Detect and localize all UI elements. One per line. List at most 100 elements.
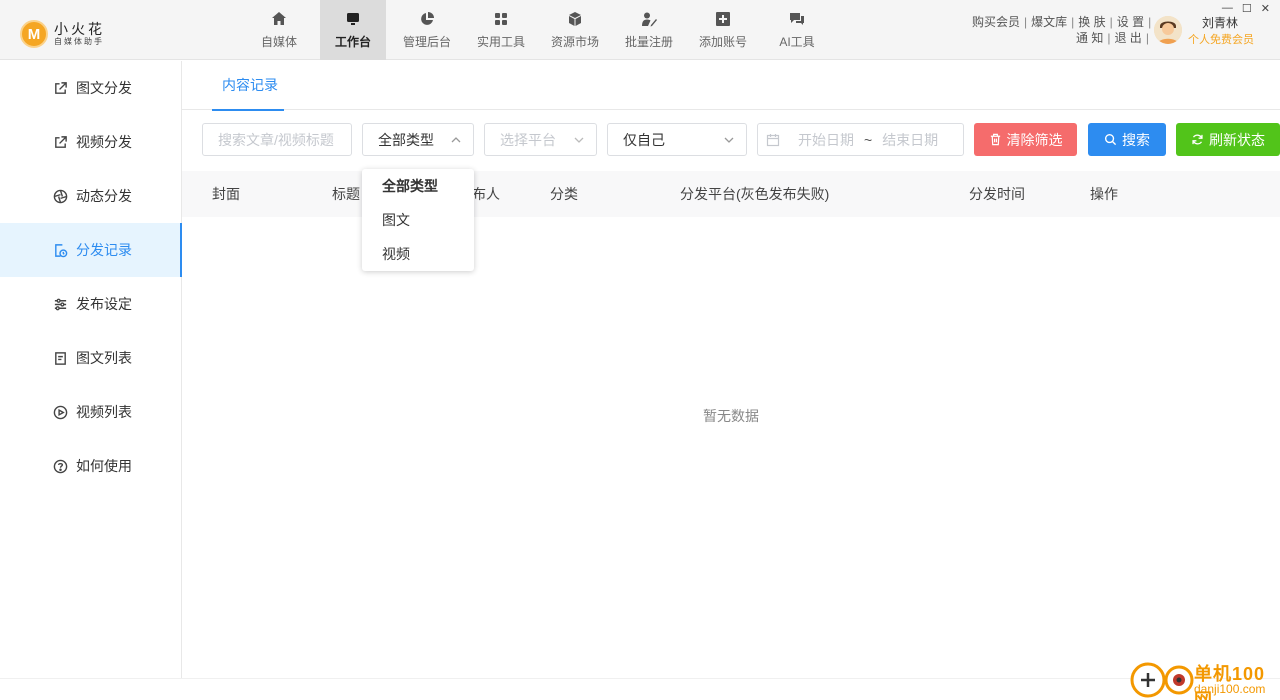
app-name: 小火花 (54, 20, 105, 37)
app-logo[interactable]: M 小火花 自媒体助手 (20, 20, 105, 48)
platform-select-placeholder: 选择平台 (500, 131, 556, 148)
start-date-input[interactable]: 开始日期 (798, 130, 854, 150)
date-range-picker[interactable]: 开始日期 ~ 结束日期 (757, 123, 964, 156)
maximize-icon[interactable]: ☐ (1242, 2, 1252, 15)
type-select[interactable]: 全部类型 (362, 123, 474, 156)
watermark: 单机100网 danji100.com (1130, 658, 1280, 700)
table-header: 封面 标题 布人 分类 分发平台(灰色发布失败) 分发时间 操作 (182, 171, 1280, 217)
record-icon (52, 242, 68, 258)
plus-box-icon (714, 10, 732, 28)
sidebar-item-article-list[interactable]: 图文列表 (0, 331, 181, 385)
cube-icon (566, 10, 584, 28)
nav-item-admin[interactable]: 管理后台 (394, 0, 460, 60)
calendar-icon (766, 133, 780, 146)
sidebar-item-publish-settings[interactable]: 发布设定 (0, 277, 181, 331)
watermark-logo-icon (1130, 662, 1166, 698)
sidebar-item-label: 视频分发 (76, 134, 132, 150)
link-hot-library[interactable]: 爆文库 (1031, 14, 1067, 30)
sidebar-item-dynamic-distribute[interactable]: 动态分发 (0, 169, 181, 223)
refresh-status-button[interactable]: 刷新状态 (1176, 123, 1280, 156)
sidebar-item-video-distribute[interactable]: 视频分发 (0, 115, 181, 169)
link-skin[interactable]: 换 肤 (1078, 14, 1105, 30)
nav-label: 添加账号 (698, 35, 747, 49)
refresh-status-label: 刷新状态 (1209, 131, 1265, 148)
filter-bar: 搜索文章/视频标题 全部类型 选择平台 仅自己 开始日期 ~ 结束日期 清除筛选… (182, 123, 1280, 157)
nav-item-media[interactable]: 自媒体 (246, 0, 312, 60)
dropdown-option-video[interactable]: 视频 (362, 237, 474, 271)
sliders-icon (52, 296, 68, 312)
search-input[interactable]: 搜索文章/视频标题 (202, 123, 352, 156)
sidebar-item-label: 如何使用 (76, 458, 132, 474)
column-title: 标题 (332, 186, 360, 202)
column-time: 分发时间 (969, 186, 1025, 202)
tab-bar: 内容记录 (182, 61, 1280, 111)
sidebar-item-video-list[interactable]: 视频列表 (0, 385, 181, 439)
nav-item-market[interactable]: 资源市场 (542, 0, 608, 60)
home-icon (270, 10, 288, 28)
sidebar-item-how-to-use[interactable]: 如何使用 (0, 439, 181, 493)
chevron-down-icon (724, 137, 734, 143)
play-circle-icon (52, 404, 68, 420)
chevron-up-icon (451, 137, 461, 143)
grid-icon (492, 10, 510, 28)
column-cover: 封面 (212, 186, 240, 202)
sidebar-item-distribute-records[interactable]: 分发记录 (0, 223, 182, 277)
empty-state: 暂无数据 (703, 408, 759, 424)
close-icon[interactable]: ✕ (1261, 2, 1270, 15)
pie-chart-icon (418, 10, 436, 28)
main-nav: 自媒体 工作台 管理后台 实用工具 资源市场 批量注册 添加账号 AI工具 (246, 0, 838, 60)
tab-content-records[interactable]: 内容记录 (212, 61, 288, 111)
window-controls: — ☐ ✕ (1222, 2, 1270, 15)
sidebar-item-label: 动态分发 (76, 188, 132, 204)
sidebar-item-article-distribute[interactable]: 图文分发 (0, 61, 181, 115)
nav-item-tools[interactable]: 实用工具 (468, 0, 534, 60)
watermark-url: danji100.com (1194, 682, 1266, 696)
sidebar-item-label: 图文列表 (76, 350, 132, 366)
link-settings[interactable]: 设 置 (1117, 14, 1144, 30)
monitor-icon (344, 10, 362, 28)
share-icon (52, 134, 68, 150)
trash-icon (990, 133, 1000, 146)
link-buy-vip[interactable]: 购买会员 (972, 14, 1020, 30)
type-select-value: 全部类型 (378, 131, 434, 148)
nav-label: 自媒体 (260, 35, 297, 49)
dropdown-option-all[interactable]: 全部类型 (362, 169, 474, 203)
nav-item-add-account[interactable]: 添加账号 (690, 0, 756, 60)
nav-item-batch-register[interactable]: 批量注册 (616, 0, 682, 60)
search-label: 搜索 (1122, 131, 1150, 148)
aperture-icon (52, 188, 68, 204)
user-edit-icon (640, 10, 658, 28)
top-bar: M 小火花 自媒体助手 自媒体 工作台 管理后台 实用工具 资源市场 批量注册 … (0, 0, 1280, 60)
help-icon (52, 458, 68, 474)
watermark-eye-icon (1164, 665, 1194, 695)
column-actions: 操作 (1090, 186, 1118, 202)
platform-select[interactable]: 选择平台 (484, 123, 597, 156)
app-subtitle: 自媒体助手 (54, 36, 104, 46)
scope-select[interactable]: 仅自己 (607, 123, 747, 156)
column-publisher: 布人 (472, 186, 500, 202)
minimize-icon[interactable]: — (1222, 2, 1233, 15)
sidebar: 图文分发 视频分发 动态分发 分发记录 发布设定 图文列表 视频列表 如何使用 (0, 61, 182, 678)
nav-label: 资源市场 (550, 35, 599, 49)
nav-item-workbench[interactable]: 工作台 (320, 0, 386, 60)
search-icon (1104, 133, 1117, 146)
column-platforms: 分发平台(灰色发布失败) (680, 186, 830, 202)
dropdown-option-article[interactable]: 图文 (362, 203, 474, 237)
nav-label: 实用工具 (476, 35, 525, 49)
user-level[interactable]: 个人免费会员 (1188, 31, 1254, 47)
search-button[interactable]: 搜索 (1088, 123, 1166, 156)
avatar[interactable] (1154, 16, 1182, 44)
end-date-input[interactable]: 结束日期 (882, 130, 938, 150)
nav-label: 管理后台 (402, 35, 451, 49)
clear-filter-button[interactable]: 清除筛选 (974, 123, 1077, 156)
sidebar-item-label: 发布设定 (76, 296, 132, 312)
nav-item-ai-tools[interactable]: AI工具 (764, 0, 830, 60)
user-links: 购买会员 | 爆文库 | 换 肤 | 设 置 | 通 知 | 退 出 | (972, 14, 1152, 46)
main-content: 内容记录 搜索文章/视频标题 全部类型 选择平台 仅自己 开始日期 ~ 结束日期… (182, 61, 1280, 678)
bottom-bar (0, 678, 1280, 700)
link-notifications[interactable]: 通 知 (1076, 30, 1103, 46)
date-separator: ~ (864, 131, 873, 148)
link-logout[interactable]: 退 出 (1114, 30, 1141, 46)
sidebar-item-label: 分发记录 (76, 242, 132, 258)
list-icon (52, 350, 68, 366)
